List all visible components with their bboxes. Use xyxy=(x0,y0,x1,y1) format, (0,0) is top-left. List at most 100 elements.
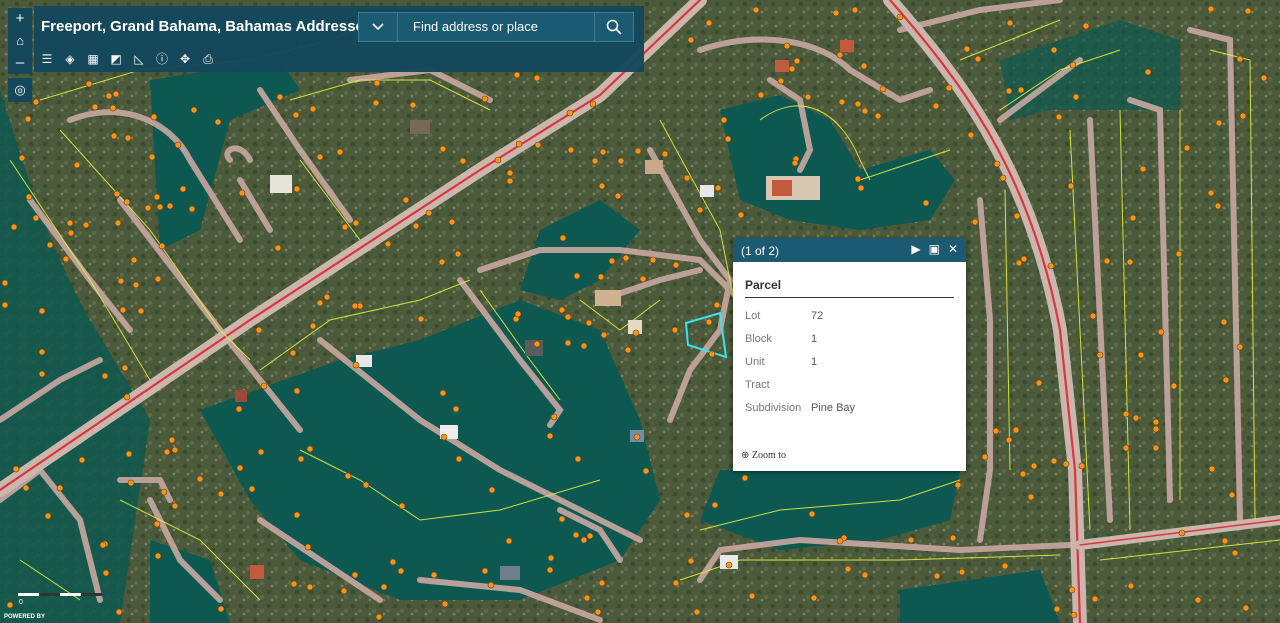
address-pin[interactable] xyxy=(1152,418,1160,426)
address-pin[interactable] xyxy=(737,211,745,219)
address-pin[interactable] xyxy=(558,306,566,314)
swipe-icon[interactable]: ◩ xyxy=(107,50,125,68)
address-pin[interactable] xyxy=(1103,257,1111,265)
address-pin[interactable] xyxy=(857,184,865,192)
address-pin[interactable] xyxy=(1035,379,1043,387)
address-pin[interactable] xyxy=(874,112,882,120)
address-pin[interactable] xyxy=(608,257,616,265)
address-pin[interactable] xyxy=(954,481,962,489)
address-pin[interactable] xyxy=(248,485,256,493)
address-pin[interactable] xyxy=(1207,5,1215,13)
address-pin[interactable] xyxy=(352,219,360,227)
address-pin[interactable] xyxy=(440,433,448,441)
address-pin[interactable] xyxy=(1194,596,1202,604)
address-pin[interactable] xyxy=(572,531,580,539)
address-pin[interactable] xyxy=(306,445,314,453)
search-button[interactable] xyxy=(594,13,633,41)
address-pin[interactable] xyxy=(44,512,52,520)
address-pin[interactable] xyxy=(316,299,324,307)
address-pin[interactable] xyxy=(1062,460,1070,468)
address-pin[interactable] xyxy=(389,558,397,566)
address-pin[interactable] xyxy=(417,315,425,323)
address-pin[interactable] xyxy=(533,340,541,348)
address-pin[interactable] xyxy=(591,157,599,165)
zoom-out-button[interactable]: – xyxy=(8,52,32,74)
address-pin[interactable] xyxy=(851,6,859,14)
address-pin[interactable] xyxy=(793,57,801,65)
address-pin[interactable] xyxy=(91,103,99,111)
pan-icon[interactable]: ✥ xyxy=(176,50,194,68)
address-pin[interactable] xyxy=(341,223,349,231)
address-pin[interactable] xyxy=(683,511,691,519)
address-pin[interactable] xyxy=(844,565,852,573)
address-pin[interactable] xyxy=(127,479,135,487)
measure-icon[interactable]: ◺ xyxy=(130,50,148,68)
address-pin[interactable] xyxy=(1019,470,1027,478)
address-pin[interactable] xyxy=(1215,119,1223,127)
address-pin[interactable] xyxy=(238,189,246,197)
address-pin[interactable] xyxy=(119,306,127,314)
address-pin[interactable] xyxy=(1015,259,1023,267)
address-pin[interactable] xyxy=(614,192,622,200)
address-pin[interactable] xyxy=(963,45,971,53)
address-pin[interactable] xyxy=(1170,382,1178,390)
address-pin[interactable] xyxy=(1244,7,1252,15)
address-pin[interactable] xyxy=(559,234,567,242)
address-pin[interactable] xyxy=(1013,212,1021,220)
layers-icon[interactable]: ◈ xyxy=(61,50,79,68)
address-pin[interactable] xyxy=(514,310,522,318)
address-pin[interactable] xyxy=(137,307,145,315)
address-pin[interactable] xyxy=(672,261,680,269)
address-pin[interactable] xyxy=(971,218,979,226)
address-pin[interactable] xyxy=(297,455,305,463)
address-pin[interactable] xyxy=(1228,491,1236,499)
address-pin[interactable] xyxy=(304,543,312,551)
address-pin[interactable] xyxy=(713,301,721,309)
address-pin[interactable] xyxy=(1183,144,1191,152)
address-pin[interactable] xyxy=(945,84,953,92)
address-pin[interactable] xyxy=(861,571,869,579)
address-pin[interactable] xyxy=(574,455,582,463)
address-pin[interactable] xyxy=(1122,410,1130,418)
address-pin[interactable] xyxy=(1152,425,1160,433)
address-pin[interactable] xyxy=(179,185,187,193)
info-icon[interactable]: ⓘ xyxy=(153,50,171,68)
address-pin[interactable] xyxy=(642,467,650,475)
address-pin[interactable] xyxy=(993,160,1001,168)
address-pin[interactable] xyxy=(154,552,162,560)
address-pin[interactable] xyxy=(397,567,405,575)
address-pin[interactable] xyxy=(1030,462,1038,470)
address-pin[interactable] xyxy=(567,146,575,154)
address-pin[interactable] xyxy=(974,55,982,63)
address-pin[interactable] xyxy=(1005,436,1013,444)
address-pin[interactable] xyxy=(66,219,74,227)
address-pin[interactable] xyxy=(105,92,113,100)
address-pin[interactable] xyxy=(409,101,417,109)
address-pin[interactable] xyxy=(573,272,581,280)
address-pin[interactable] xyxy=(117,277,125,285)
zoom-to-link[interactable]: ⊕ Zoom to xyxy=(741,450,786,461)
address-pin[interactable] xyxy=(171,446,179,454)
search-source-dropdown[interactable] xyxy=(359,13,398,41)
address-pin[interactable] xyxy=(113,190,121,198)
address-pin[interactable] xyxy=(515,140,523,148)
address-pin[interactable] xyxy=(1214,202,1222,210)
address-pin[interactable] xyxy=(1139,165,1147,173)
address-pin[interactable] xyxy=(110,132,118,140)
address-pin[interactable] xyxy=(599,148,607,156)
address-pin[interactable] xyxy=(380,583,388,591)
address-pin[interactable] xyxy=(306,583,314,591)
map-canvas[interactable] xyxy=(0,0,1280,623)
next-icon[interactable]: ▶ xyxy=(911,242,920,256)
address-pin[interactable] xyxy=(533,74,541,82)
address-pin[interactable] xyxy=(494,156,502,164)
address-pin[interactable] xyxy=(32,98,40,106)
address-pin[interactable] xyxy=(580,536,588,544)
address-pin[interactable] xyxy=(121,364,129,372)
address-pin[interactable] xyxy=(1020,255,1028,263)
address-pin[interactable] xyxy=(506,177,514,185)
address-pin[interactable] xyxy=(981,453,989,461)
address-pin[interactable] xyxy=(1144,68,1152,76)
address-pin[interactable] xyxy=(448,218,456,226)
address-pin[interactable] xyxy=(1126,258,1134,266)
